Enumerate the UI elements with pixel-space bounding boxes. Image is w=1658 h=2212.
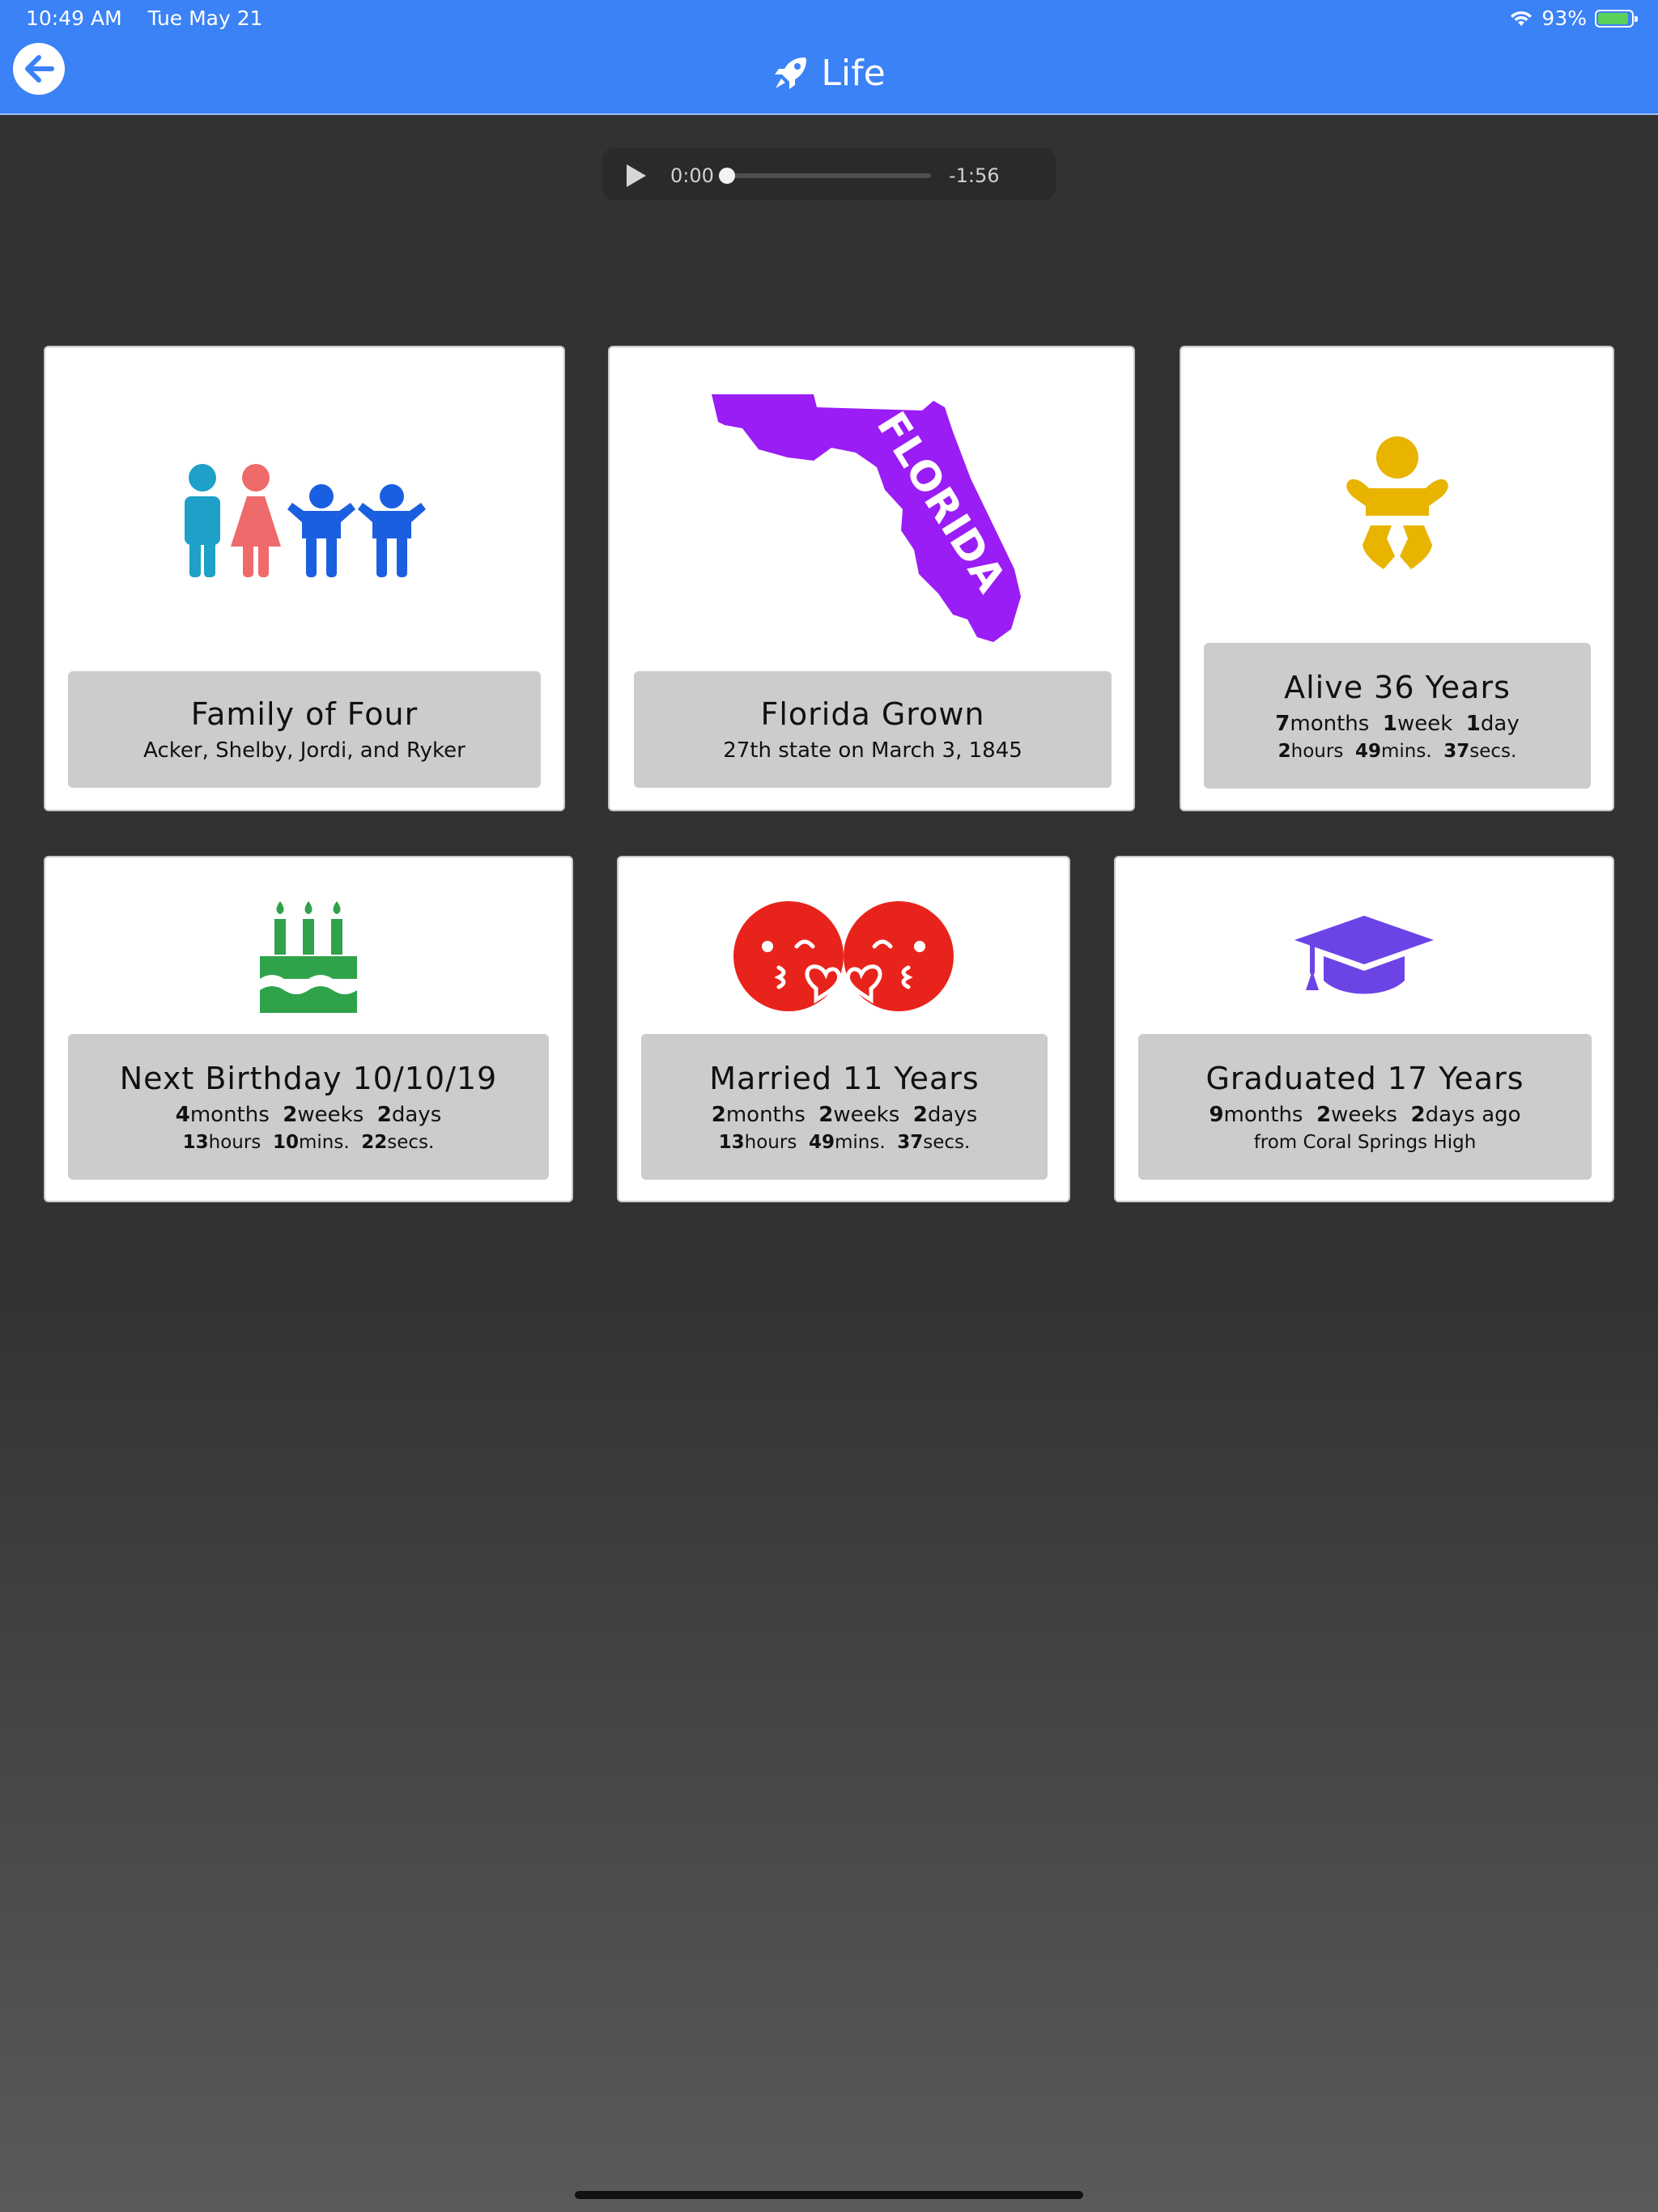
value: 2 — [818, 1103, 834, 1127]
card-birthday-caption: Next Birthday 10/10/19 4months 2weeks 2d… — [68, 1034, 549, 1180]
unit: mins. — [298, 1132, 350, 1153]
audio-player: 0:00 -1:56 — [602, 148, 1056, 200]
unit: secs. — [1469, 741, 1517, 762]
card-alive-line1: 7months 1week 1day — [1275, 712, 1519, 736]
value: 4 — [175, 1103, 190, 1127]
page-title: Life — [0, 49, 1658, 97]
unit: secs. — [923, 1132, 971, 1153]
card-florida-subtitle: 27th state on March 3, 1845 — [723, 738, 1022, 763]
home-indicator[interactable] — [575, 2191, 1083, 2199]
card-married[interactable]: Married 11 Years 2months 2weeks 2days 13… — [617, 856, 1070, 1202]
play-button[interactable] — [627, 164, 646, 187]
value: 49 — [808, 1132, 835, 1153]
card-alive-caption: Alive 36 Years 7months 1week 1day 2hours… — [1204, 643, 1591, 789]
rocket-icon — [775, 57, 807, 89]
value: 2 — [1316, 1103, 1332, 1127]
unit: hours — [1290, 741, 1344, 762]
value: 2 — [711, 1103, 726, 1127]
unit: weeks — [1331, 1103, 1397, 1127]
wifi-icon — [1511, 11, 1533, 26]
unit: months — [189, 1103, 270, 1127]
card-alive-title: Alive 36 Years — [1284, 670, 1511, 705]
page-title-text: Life — [821, 52, 886, 94]
card-married-caption: Married 11 Years 2months 2weeks 2days 13… — [641, 1034, 1048, 1180]
status-time: 10:49 AM Tue May 21 — [26, 6, 263, 30]
card-graduated-note: from Coral Springs High — [1253, 1132, 1477, 1153]
graduation-cap-icon — [1116, 914, 1613, 1000]
battery-tip — [1635, 15, 1638, 22]
unit: hours — [744, 1132, 797, 1153]
unit: months — [1290, 712, 1370, 736]
battery-percent: 93% — [1541, 6, 1587, 30]
card-florida-title: Florida Grown — [760, 696, 985, 732]
card-alive[interactable]: Alive 36 Years 7months 1week 1day 2hours… — [1180, 346, 1614, 811]
family-icon — [45, 464, 563, 577]
value: 13 — [182, 1132, 209, 1153]
florida-map-icon: FLORIDA — [610, 389, 1133, 649]
battery-icon — [1595, 9, 1638, 28]
value: 49 — [1354, 741, 1381, 762]
unit: months — [725, 1103, 806, 1127]
card-graduated-line1: 9months 2weeks 2days ago — [1209, 1103, 1520, 1127]
card-family-title: Family of Four — [190, 696, 419, 732]
audio-progress-knob[interactable] — [719, 168, 735, 184]
birthday-cake-icon — [45, 900, 572, 1013]
unit: hours — [208, 1132, 261, 1153]
value: 37 — [1443, 741, 1470, 762]
top-navigation-bar: 10:49 AM Tue May 21 93% Life — [0, 0, 1658, 115]
value: 2 — [283, 1103, 298, 1127]
card-married-title: Married 11 Years — [709, 1061, 980, 1096]
unit: secs. — [387, 1132, 435, 1153]
audio-progress-track[interactable] — [725, 173, 931, 178]
card-florida-caption: Florida Grown 27th state on March 3, 184… — [634, 671, 1112, 788]
card-married-line2: 13hours 49mins. 37secs. — [719, 1132, 971, 1153]
value: 9 — [1209, 1103, 1224, 1127]
card-family-subtitle: Acker, Shelby, Jordi, and Ryker — [143, 738, 466, 763]
unit: months — [1223, 1103, 1303, 1127]
value: 1 — [1382, 712, 1397, 736]
card-florida[interactable]: FLORIDA Florida Grown 27th state on Marc… — [608, 346, 1135, 811]
unit: weeks — [297, 1103, 364, 1127]
value: 10 — [272, 1132, 299, 1153]
card-family[interactable]: Family of Four Acker, Shelby, Jordi, and… — [44, 346, 565, 811]
status-date: Tue May 21 — [147, 6, 263, 30]
value: 13 — [718, 1132, 745, 1153]
status-clock: 10:49 AM — [26, 6, 122, 30]
card-married-line1: 2months 2weeks 2days — [712, 1103, 978, 1127]
baby-icon — [1181, 435, 1613, 572]
value: 2 — [1278, 741, 1291, 762]
audio-remaining-time: -1:56 — [949, 164, 1000, 187]
card-graduated[interactable]: Graduated 17 Years 9months 2weeks 2days … — [1114, 856, 1614, 1202]
card-graduated-caption: Graduated 17 Years 9months 2weeks 2days … — [1138, 1034, 1592, 1180]
card-graduated-title: Graduated 17 Years — [1205, 1061, 1524, 1096]
audio-current-time: 0:00 — [670, 164, 714, 187]
card-birthday-line2: 13hours 10mins. 22secs. — [183, 1132, 435, 1153]
status-indicators: 93% — [1509, 6, 1638, 30]
unit: days ago — [1425, 1103, 1521, 1127]
value: 22 — [361, 1132, 388, 1153]
unit: mins. — [834, 1132, 886, 1153]
value: 2 — [912, 1103, 928, 1127]
card-birthday-title: Next Birthday 10/10/19 — [119, 1061, 498, 1096]
value: 1 — [1465, 712, 1481, 736]
value: 2 — [1410, 1103, 1426, 1127]
unit: week — [1397, 712, 1453, 736]
kissing-faces-icon — [619, 900, 1069, 1013]
unit: days — [391, 1103, 442, 1127]
value: 7 — [1275, 712, 1290, 736]
unit: days — [927, 1103, 978, 1127]
unit: day — [1480, 712, 1520, 736]
card-birthday[interactable]: Next Birthday 10/10/19 4months 2weeks 2d… — [44, 856, 573, 1202]
unit: weeks — [833, 1103, 900, 1127]
card-family-caption: Family of Four Acker, Shelby, Jordi, and… — [68, 671, 541, 788]
value: 37 — [897, 1132, 924, 1153]
battery-level — [1598, 12, 1629, 24]
card-birthday-line1: 4months 2weeks 2days — [176, 1103, 442, 1127]
card-alive-line2: 2hours 49mins. 37secs. — [1278, 741, 1517, 762]
value: 2 — [376, 1103, 392, 1127]
unit: mins. — [1380, 741, 1432, 762]
